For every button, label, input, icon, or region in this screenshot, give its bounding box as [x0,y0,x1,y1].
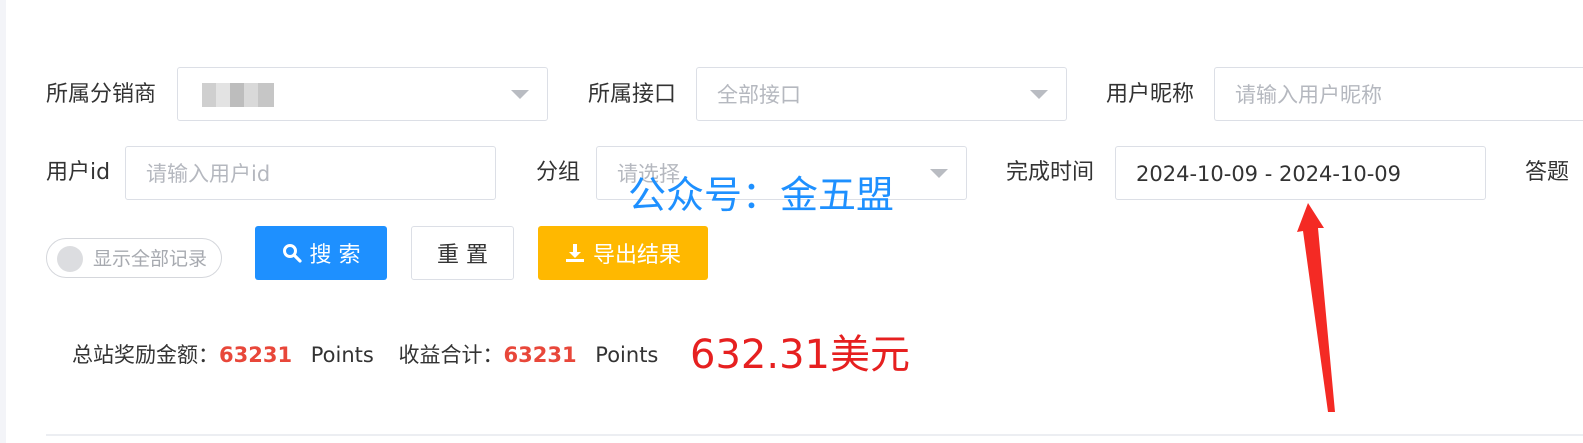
table-top-divider [46,434,1583,436]
arrow-annotation [1297,203,1335,412]
